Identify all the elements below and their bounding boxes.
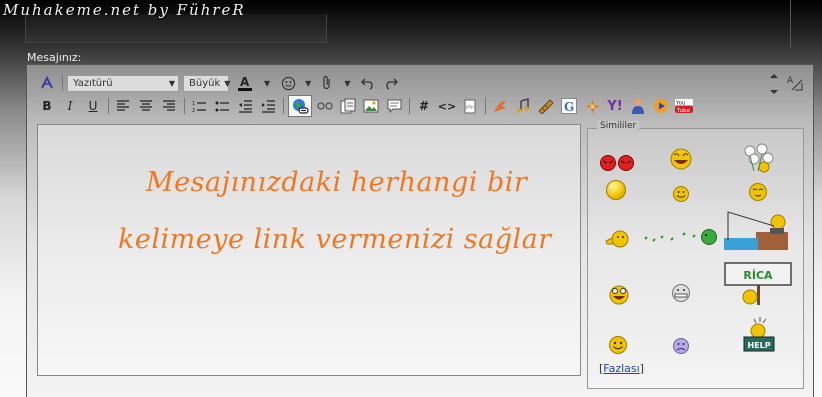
drooling-smiley-icon[interactable] (606, 180, 626, 200)
thumbs-smiley-icon[interactable] (604, 229, 630, 252)
font-color-icon: A (238, 75, 252, 91)
media-player-icon[interactable] (651, 96, 671, 116)
font-family-value: Yazıtürü (73, 77, 113, 89)
attach-icon (323, 75, 330, 90)
help-sign-text: HELP (747, 341, 770, 350)
smilies-legend: Simililer (597, 121, 640, 131)
redo-icon (386, 78, 399, 90)
attach-button[interactable] (317, 73, 337, 93)
insert-email-icon[interactable] (338, 96, 358, 116)
ordered-list-icon[interactable]: 12 (189, 96, 209, 116)
font-size-value: Büyük (189, 77, 221, 89)
message-label: Mesajınız: (27, 51, 82, 64)
outdent-icon[interactable] (235, 96, 255, 116)
grinning-smiley-icon[interactable] (608, 282, 630, 309)
smiley-menu-button[interactable] (278, 73, 298, 93)
spitting-smiley-icon[interactable] (641, 225, 719, 250)
more-smilies-link[interactable]: Fazlası (603, 362, 639, 375)
toolbar-separator (108, 98, 109, 114)
laughing-smiley-icon[interactable] (668, 147, 694, 174)
php-code-icon[interactable]: php (460, 96, 480, 116)
resize-up-down-icon[interactable] (767, 73, 781, 98)
align-right-icon[interactable] (159, 96, 179, 116)
chevron-down-icon: ▼ (168, 78, 175, 88)
toolbar-separator (409, 98, 410, 114)
more-smilies: [Fazlası] (599, 362, 644, 375)
teeth-smiley-icon[interactable] (670, 283, 692, 306)
underline-icon[interactable]: U (83, 96, 103, 116)
redo-button[interactable] (381, 73, 401, 93)
font-family-select[interactable]: Yazıtürü ▼ (67, 74, 179, 92)
angry-smiley-icon[interactable] (599, 154, 635, 175)
toolbar-separator (283, 98, 284, 114)
svg-text:G: G (564, 100, 574, 114)
flash-icon[interactable] (490, 96, 510, 116)
quote-icon[interactable] (384, 96, 404, 116)
toolbar-separator (184, 98, 185, 114)
background-divider (790, 0, 791, 48)
chevron-down-icon[interactable]: ▼ (305, 79, 311, 88)
svg-text:You: You (675, 101, 685, 107)
align-left-icon[interactable] (113, 96, 133, 116)
overlay-caption-line-1: Mesajınızdaki herhangi bir (146, 167, 528, 198)
toolbar-separator (62, 75, 63, 91)
insert-image-icon[interactable] (361, 96, 381, 116)
music-icon[interactable] (513, 96, 533, 116)
youtube-icon[interactable]: You Tube (674, 96, 694, 116)
svg-text:A: A (787, 76, 794, 86)
insert-link-icon[interactable] (288, 95, 312, 117)
chevron-down-icon: ▼ (224, 78, 231, 88)
message-textarea[interactable]: Mesajınızdaki herhangi bir kelimeye link… (37, 124, 581, 376)
unordered-list-icon[interactable] (212, 96, 232, 116)
italic-icon[interactable]: I (60, 96, 80, 116)
toolbar-separator (485, 98, 486, 114)
svg-text:2: 2 (192, 108, 195, 113)
yahoo-icon[interactable]: Y! (605, 96, 625, 116)
sad-smiley-icon[interactable] (672, 337, 690, 358)
chevron-down-icon[interactable]: ▼ (344, 79, 350, 88)
svg-text:Tube: Tube (676, 108, 691, 114)
svg-text:php: php (466, 104, 474, 109)
happy-smiley-icon[interactable] (608, 335, 628, 358)
google-icon[interactable]: G (559, 96, 579, 116)
chevron-down-icon[interactable]: ▼ (264, 79, 270, 88)
remove-format-icon[interactable] (37, 73, 57, 93)
overlay-caption-line-2: kelimeye link vermenizi sağlar (118, 224, 552, 255)
undo-button[interactable] (358, 73, 378, 93)
smile-smiley-icon[interactable] (672, 185, 690, 206)
video-icon[interactable] (536, 96, 556, 116)
code-hash-icon[interactable]: # (414, 96, 434, 116)
html-code-icon[interactable]: <> (437, 96, 457, 116)
message-editor: Yazıtürü ▼ Büyük ▼ A ▼ ▼ ▼ A B I U 1 2 #… (26, 64, 814, 397)
indent-icon[interactable] (258, 96, 278, 116)
rica-sign-text: RİCA (743, 268, 773, 282)
star-icon[interactable] (582, 96, 602, 116)
font-size-select[interactable]: Büyük ▼ (183, 74, 231, 92)
smiley-menu-icon (281, 76, 295, 90)
mspaint-icon[interactable] (628, 96, 648, 116)
fishing-smiley-icon[interactable] (724, 210, 790, 253)
svg-text:A: A (240, 75, 250, 89)
more-smilies-bracket-close: ] (639, 362, 645, 375)
font-color-button[interactable]: A (233, 73, 257, 93)
toolbar-row-2: B I U 12 # <> php G Y! You Tube (37, 95, 697, 117)
align-center-icon[interactable] (136, 96, 156, 116)
unlink-icon[interactable] (315, 96, 335, 116)
bold-icon[interactable]: B (37, 96, 57, 116)
rica-sign-smiley-icon[interactable]: RİCA (724, 261, 794, 310)
toolbar-row-1: Yazıtürü ▼ Büyük ▼ A ▼ ▼ ▼ (37, 72, 404, 94)
switch-editor-icon[interactable]: A (787, 74, 805, 95)
dreaming-smiley-icon[interactable] (748, 182, 768, 205)
help-sign-smiley-icon[interactable]: HELP (742, 315, 778, 360)
undo-icon (361, 78, 374, 90)
svg-text:1: 1 (192, 101, 195, 107)
background-panel (25, 14, 327, 43)
flowers-smiley-icon[interactable] (742, 143, 776, 176)
